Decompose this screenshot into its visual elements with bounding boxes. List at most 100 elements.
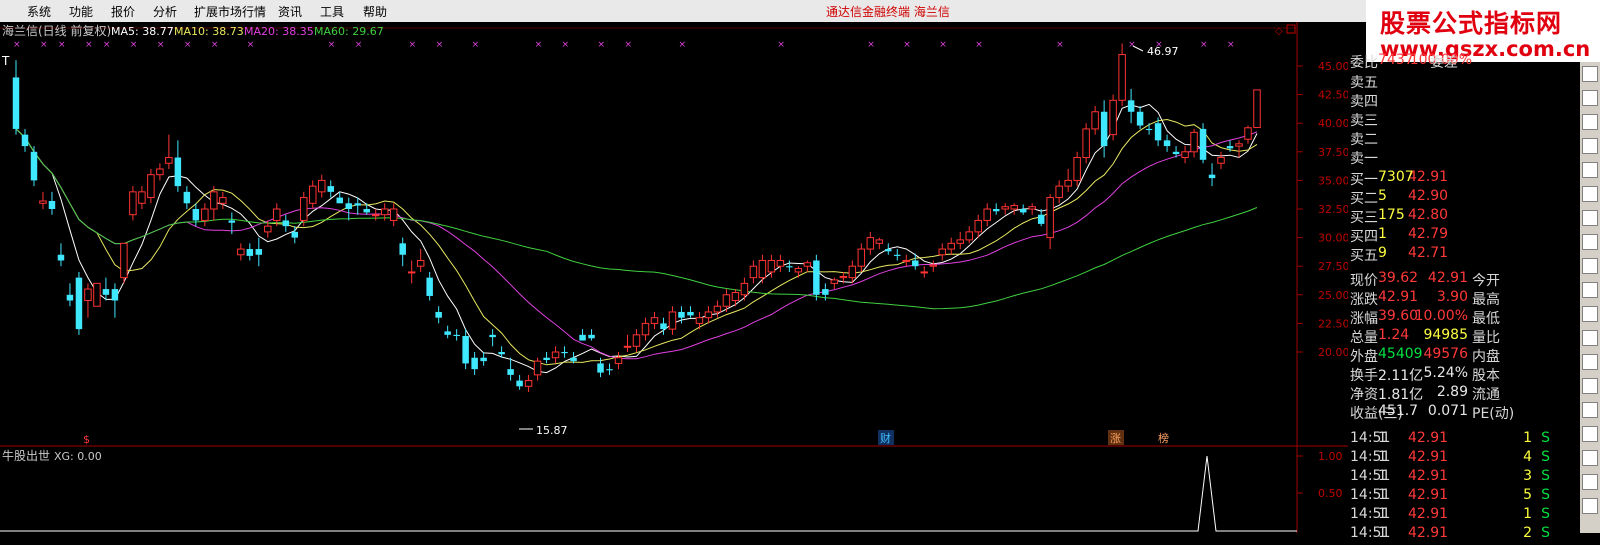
candle-body (444, 331, 451, 335)
candle-body (1037, 214, 1045, 224)
bar-icon[interactable] (1582, 114, 1598, 130)
chart-icon[interactable] (1582, 66, 1598, 82)
arrow-icon[interactable] (1582, 498, 1598, 514)
f1-icon[interactable] (1582, 258, 1598, 274)
candle-body (210, 191, 218, 210)
candle-body (848, 265, 857, 279)
tool-icon[interactable] (1582, 378, 1598, 394)
menu-system[interactable]: 系统 (27, 3, 51, 20)
candle-body (885, 249, 892, 252)
menu-news[interactable]: 资讯 (278, 3, 302, 20)
candle-body (606, 369, 613, 371)
mark-icon[interactable] (1582, 426, 1598, 442)
menu-ext-market[interactable]: 扩展市场行情 (194, 3, 266, 20)
buy-vol: 9 (1378, 245, 1387, 261)
menu-help[interactable]: 帮助 (363, 3, 387, 20)
stat-value: 42.91 (1427, 270, 1468, 286)
line-icon[interactable] (1582, 306, 1598, 322)
kline-icon[interactable] (1582, 90, 1598, 106)
candle-body (435, 311, 442, 318)
stat-label: 净资 (1350, 387, 1378, 403)
candle-body (839, 275, 848, 279)
tick-price: 42.91 (1408, 487, 1449, 503)
plus-icon[interactable] (1582, 450, 1598, 466)
rsi-icon[interactable] (1582, 330, 1598, 346)
scroll-icon[interactable] (1582, 354, 1598, 370)
candle-body (1028, 206, 1036, 210)
signal-x-mark: × (535, 40, 543, 50)
tick-vol: 5 (1523, 487, 1532, 503)
candle-body (695, 317, 704, 324)
diamond-icon[interactable]: ◇ (1275, 26, 1283, 37)
candle-body (138, 191, 146, 204)
ma60-label: MA60: 29.67 (314, 25, 384, 38)
price-tick-label: 25.00 (1318, 289, 1348, 302)
stat-value: 5.24% (1423, 365, 1468, 381)
sub-indicator: 1.00 0.50 (0, 450, 1343, 532)
candle-body (1064, 179, 1072, 187)
candle-body (894, 254, 901, 256)
candle-body (1091, 111, 1099, 130)
stat-value-2: 1.24 (1378, 327, 1410, 343)
f10-icon[interactable] (1582, 186, 1598, 202)
stat-label: 涨跌 (1350, 292, 1378, 308)
signal-x-mark: × (598, 40, 606, 50)
candle-body (632, 334, 641, 347)
sell-row: 卖二 (1350, 129, 1580, 149)
signal-x-mark: × (975, 40, 983, 50)
candle-body (641, 322, 650, 336)
candle-body (956, 239, 964, 244)
signal-x-mark: × (157, 40, 165, 50)
signal-x-mark: × (1200, 40, 1208, 50)
stat-label: 换手 (1350, 368, 1378, 384)
candle-body (992, 209, 1000, 212)
menu-quote[interactable]: 报价 (111, 3, 135, 20)
candle-body (282, 220, 290, 227)
ma10-label: MA10: 38.73 (174, 25, 244, 38)
flag-icon[interactable] (1582, 402, 1598, 418)
tick-vol: 4 (1523, 449, 1532, 465)
candle-body (1001, 206, 1009, 210)
info-icon[interactable] (1582, 234, 1598, 250)
candle-body (84, 288, 92, 302)
grid-icon[interactable] (1582, 210, 1598, 226)
window-box-icon[interactable] (1286, 24, 1296, 34)
candle-body (830, 279, 839, 284)
graph-icon[interactable] (1582, 162, 1598, 178)
main-indicator-name: 海兰信(日线 前复权) (2, 23, 111, 38)
menu-tools[interactable]: 工具 (320, 3, 344, 20)
candle-body (1073, 157, 1081, 181)
price-tick-label: 40.00 (1318, 117, 1348, 130)
stat-row: 涨幅 10.00% 最低 39.60 (1350, 308, 1580, 328)
f2-icon[interactable] (1582, 282, 1598, 298)
stat-value: 94985 (1423, 327, 1468, 343)
candle-body (336, 197, 343, 204)
weicha-value: 7437 (1378, 52, 1414, 68)
xg-label: XG: 0.00 (54, 450, 102, 463)
candle-body (813, 260, 820, 295)
ma5-label: MA5: 38.77 (111, 25, 174, 38)
candle-body (201, 208, 209, 221)
candle-body (1136, 111, 1144, 126)
candle-body (237, 248, 245, 256)
tick-side: S (1541, 525, 1550, 541)
candle-body (416, 259, 425, 267)
price-tick-label: 32.50 (1318, 203, 1348, 216)
list-icon[interactable] (1582, 138, 1598, 154)
buy-row: 买五 42.71 9 (1350, 245, 1580, 265)
sell-row: 卖三 (1350, 110, 1580, 130)
minus-icon[interactable] (1582, 474, 1598, 490)
signal-x-mark: × (184, 40, 192, 50)
candle-body (1190, 131, 1198, 153)
buy-row: 买四 42.79 1 (1350, 226, 1580, 246)
menu-function[interactable]: 功能 (69, 3, 93, 20)
kline-chart[interactable]: 海兰信(日线 前复权) MA5: 38.77 MA10: 38.73 MA20:… (0, 22, 1348, 533)
tick-count: 1 (1378, 449, 1387, 465)
candle-body (291, 231, 299, 238)
candles (12, 43, 1261, 393)
candle-body (1217, 157, 1225, 164)
candle-body (363, 209, 370, 213)
menu-analysis[interactable]: 分析 (153, 3, 177, 20)
buy-price: 42.91 (1408, 169, 1449, 185)
stat-value-2: 39.62 (1378, 270, 1419, 286)
